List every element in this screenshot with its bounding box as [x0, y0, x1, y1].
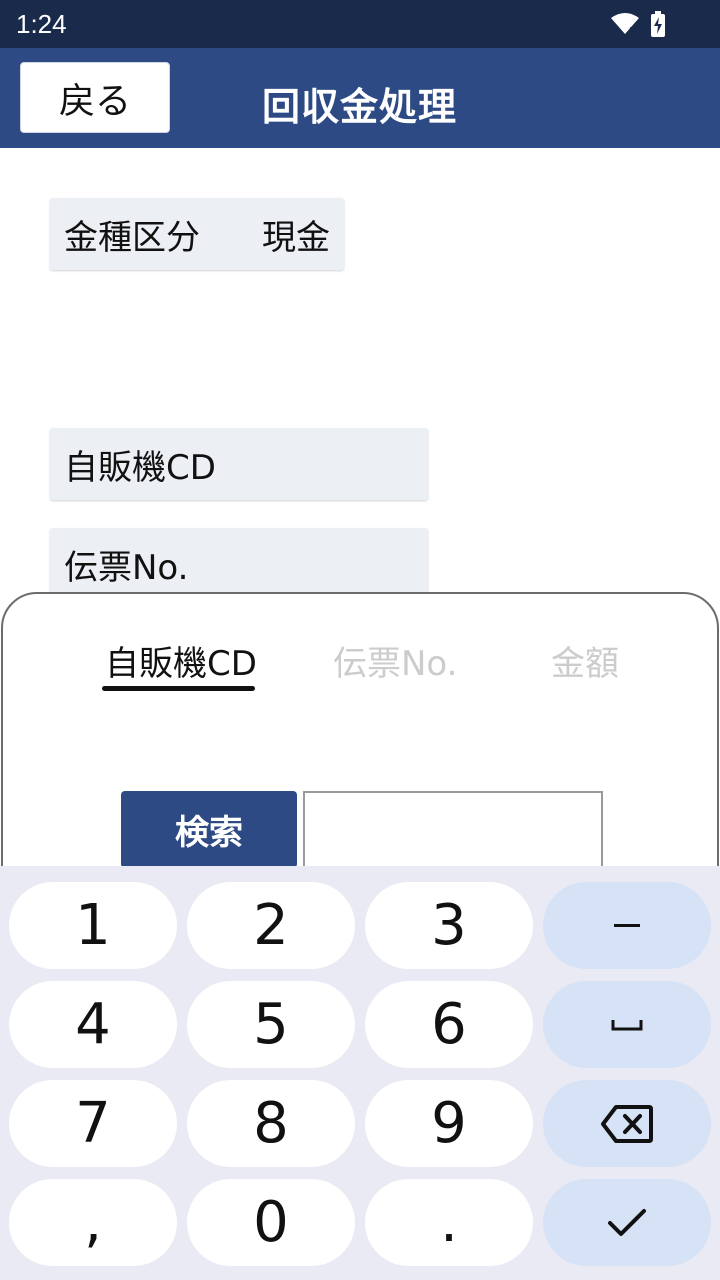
tab-amount[interactable]: 金額 [551, 636, 619, 685]
vending-machine-field: 自販機CD [50, 428, 428, 500]
battery-charging-icon [650, 11, 666, 41]
search-button[interactable]: 検索 [121, 791, 297, 868]
vending-machine-label: 自販機CD [64, 447, 216, 488]
status-bar: 1:24 5 [0, 0, 720, 48]
key-confirm[interactable] [543, 1179, 711, 1266]
minus-icon [614, 923, 640, 927]
slip-number-field: 伝票No. [50, 528, 428, 600]
money-type-field: 金種区分 現金 [50, 198, 344, 270]
slip-number-label: 伝票No. [64, 547, 189, 588]
key-2[interactable]: 2 [187, 882, 355, 969]
key-0[interactable]: 0 [187, 1179, 355, 1266]
key-comma[interactable]: , [9, 1179, 177, 1266]
key-period[interactable]: . [365, 1179, 533, 1266]
search-input[interactable] [303, 791, 603, 868]
key-5[interactable]: 5 [187, 981, 355, 1068]
wifi-icon: 5 [610, 12, 640, 40]
key-minus[interactable] [543, 882, 711, 969]
money-type-value: 現金 [262, 217, 330, 258]
app-header: 戻る 回収金処理 [0, 48, 720, 148]
key-1[interactable]: 1 [9, 882, 177, 969]
status-time: 1:24 [16, 9, 67, 39]
numeric-keypad: 1 2 3 4 5 6 7 8 9 , 0 . [0, 866, 720, 1280]
key-7[interactable]: 7 [9, 1080, 177, 1167]
wifi-badge: 5 [629, 25, 636, 36]
space-icon [611, 1019, 643, 1030]
page-title: 回収金処理 [262, 85, 458, 129]
back-button[interactable]: 戻る [20, 62, 170, 133]
active-tab-indicator [102, 686, 255, 691]
key-8[interactable]: 8 [187, 1080, 355, 1167]
key-6[interactable]: 6 [365, 981, 533, 1068]
key-3[interactable]: 3 [365, 882, 533, 969]
tab-vending-machine[interactable]: 自販機CD [105, 636, 257, 685]
tab-slip-number[interactable]: 伝票No. [333, 636, 457, 685]
key-space[interactable] [543, 981, 711, 1068]
check-icon [608, 1208, 646, 1236]
screen: 1:24 5 戻る 回収金処理 金種区分 現金 自販機CD 伝票No. 自販機C… [0, 0, 720, 1280]
key-backspace[interactable] [543, 1080, 711, 1167]
money-type-label: 金種区分 [64, 217, 200, 258]
backspace-icon [601, 1104, 653, 1143]
status-icons: 5 [610, 11, 666, 41]
key-9[interactable]: 9 [365, 1080, 533, 1167]
key-4[interactable]: 4 [9, 981, 177, 1068]
